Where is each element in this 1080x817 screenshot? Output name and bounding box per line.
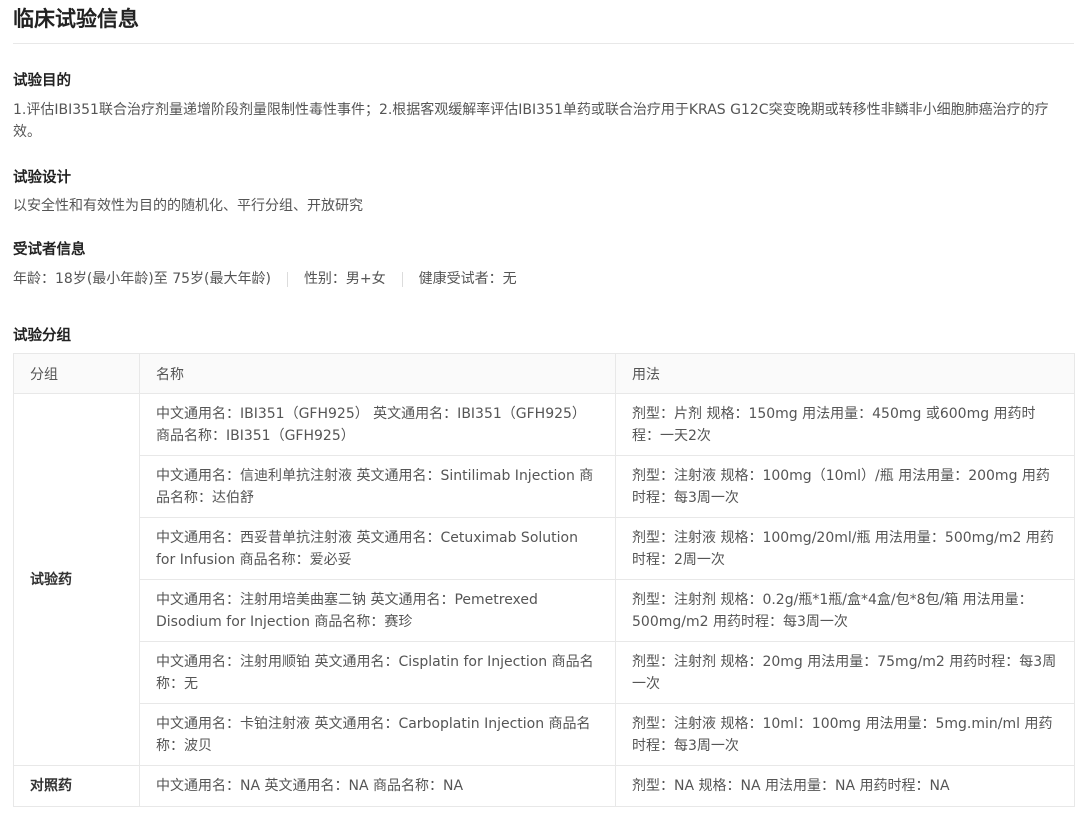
arms-heading: 试验分组 [13, 328, 71, 344]
table-row: 中文通用名：信迪利单抗注射液 英文通用名：Sintilimab Injectio… [14, 455, 1075, 518]
title-divider [13, 43, 1074, 44]
drug-name: 中文通用名：注射用培美曲塞二钠 英文通用名：Pemetrexed Disodiu… [139, 579, 616, 642]
drug-name: 中文通用名：卡铂注射液 英文通用名：Carboplatin Injection … [139, 703, 616, 766]
subjects-info: 年龄：18岁(最小年龄)至 75岁(最大年龄) 性别：男+女 健康受试者：无 [13, 268, 1074, 290]
column-header-usage: 用法 [615, 353, 1075, 394]
table-row: 试验药 中文通用名：IBI351（GFH925） 英文通用名：IBI351（GF… [13, 393, 1075, 766]
drug-name: 中文通用名：注射用顺铂 英文通用名：Cisplatin for Injectio… [139, 641, 616, 704]
drug-usage: 剂型：NA 规格：NA 用法用量：NA 用药时程：NA [615, 765, 1075, 807]
table-row: 对照药 中文通用名：NA 英文通用名：NA 商品名称：NA 剂型：NA 规格：N… [13, 765, 1075, 807]
drug-usage: 剂型：注射剂 规格：0.2g/瓶*1瓶/盒*4盒/包*8包/箱 用法用量：500… [615, 579, 1075, 642]
control-group-label: 对照药 [13, 765, 140, 807]
subject-healthy: 健康受试者：无 [418, 271, 517, 287]
table-row: 中文通用名：西妥昔单抗注射液 英文通用名：Cetuximab Solution … [14, 517, 1075, 580]
design-heading: 试验设计 [13, 170, 71, 186]
drug-name: 中文通用名：信迪利单抗注射液 英文通用名：Sintilimab Injectio… [139, 455, 616, 518]
design-text: 以安全性和有效性为目的的随机化、平行分组、开放研究 [13, 198, 363, 214]
drug-usage: 剂型：片剂 规格：150mg 用法用量：450mg 或600mg 用药时程：一天… [615, 393, 1075, 456]
drug-usage: 剂型：注射液 规格：100mg/20ml/瓶 用法用量：500mg/m2 用药时… [615, 517, 1075, 580]
drug-usage: 剂型：注射液 规格：10ml：100mg 用法用量：5mg.min/ml 用药时… [615, 703, 1075, 766]
page-title: 临床试验信息 [13, 7, 139, 31]
subjects-heading: 受试者信息 [13, 242, 86, 258]
drug-name: 中文通用名：NA 英文通用名：NA 商品名称：NA [139, 765, 616, 807]
table-row: 中文通用名：注射用顺铂 英文通用名：Cisplatin for Injectio… [14, 641, 1075, 704]
divider [401, 271, 403, 287]
subject-gender: 性别：男+女 [303, 271, 386, 287]
objective-heading: 试验目的 [13, 73, 71, 89]
drug-name: 中文通用名：西妥昔单抗注射液 英文通用名：Cetuximab Solution … [139, 517, 616, 580]
drug-usage: 剂型：注射液 规格：100mg（10ml）/瓶 用法用量：200mg 用药时程：… [615, 455, 1075, 518]
divider [286, 271, 288, 287]
table-header-row: 分组 名称 用法 [13, 353, 1075, 394]
arms-table: 分组 名称 用法 试验药 中文通用名：IBI351（GFH925） 英文通用名：… [13, 353, 1075, 807]
subject-age: 年龄：18岁(最小年龄)至 75岁(最大年龄) [13, 271, 271, 287]
table-row: 中文通用名：注射用培美曲塞二钠 英文通用名：Pemetrexed Disodiu… [14, 579, 1075, 642]
table-row: 中文通用名：卡铂注射液 英文通用名：Carboplatin Injection … [14, 703, 1075, 766]
drug-name: 中文通用名：IBI351（GFH925） 英文通用名：IBI351（GFH925… [139, 393, 616, 456]
objective-text: 1.评估IBI351联合治疗剂量递增阶段剂量限制性毒性事件；2.根据客观缓解率评… [13, 102, 1049, 140]
column-header-name: 名称 [139, 353, 616, 394]
test-group-label: 试验药 [13, 393, 140, 766]
column-header-group: 分组 [13, 353, 140, 394]
drug-usage: 剂型：注射剂 规格：20mg 用法用量：75mg/m2 用药时程：每3周一次 [615, 641, 1075, 704]
